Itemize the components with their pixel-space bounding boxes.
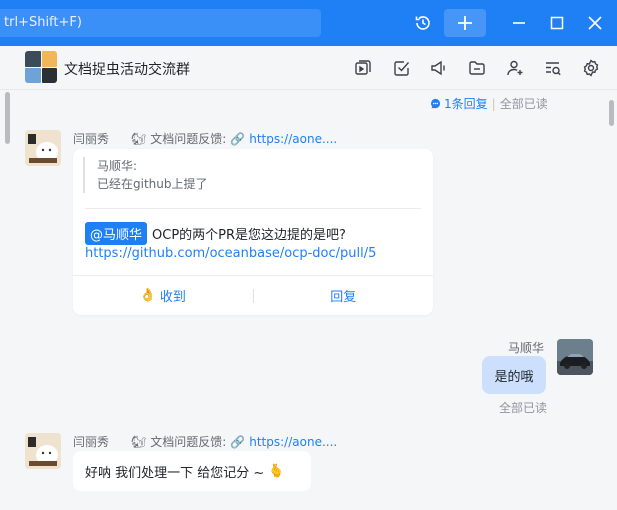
maximize-icon[interactable] [548, 14, 566, 32]
link-icon: 🔗 [230, 131, 246, 146]
announcement-icon[interactable] [429, 58, 449, 78]
message-bubble-self[interactable]: 是的哦 [482, 356, 546, 394]
sender-name-self[interactable]: 马顺华 [508, 339, 544, 356]
read-status[interactable]: 全部已读 [500, 95, 548, 112]
message-text: OCP的两个PR是您这边提的是吧? [152, 228, 346, 243]
settings-icon[interactable] [581, 58, 601, 78]
avatar[interactable] [25, 433, 61, 469]
card-divider [85, 208, 421, 209]
topic-link[interactable]: https://aone.... [249, 435, 337, 449]
right-scrollbar[interactable] [609, 100, 614, 126]
topic-emoji-icon: 🐿 [131, 131, 147, 146]
read-status-self[interactable]: 全部已读 [499, 399, 547, 416]
message-text-row: @马顺华 OCP的两个PR是您这边提的是吧? [85, 222, 346, 245]
folder-icon[interactable] [467, 58, 487, 78]
meta-separator: | [491, 96, 496, 111]
reply-label: 回复 [330, 290, 357, 305]
quoted-message[interactable]: 马顺华: 已经在github上提了 [83, 157, 421, 193]
mention-tag[interactable]: @马顺华 [85, 222, 148, 245]
message-card: 马顺华: 已经在github上提了 @马顺华 OCP的两个PR是您这边提的是吧?… [73, 149, 433, 315]
thumbs-up-icon: 👌 [139, 288, 156, 303]
topic-label: 文档问题反馈: [150, 132, 227, 146]
screen-share-icon[interactable] [353, 58, 373, 78]
message-bubble[interactable]: 好呐 我们处理一下 给您记分 ~ 🫰 [73, 451, 311, 491]
message-sender-row: 闫丽秀 🐿 文档问题反馈: 🔗 https://aone.... [73, 433, 337, 450]
message-link[interactable]: https://github.com/oceanbase/ocp-doc/pul… [85, 246, 376, 261]
reply-bubble-icon [431, 98, 441, 109]
close-icon[interactable] [586, 14, 604, 32]
reply-count-link[interactable]: 1条回复 [430, 95, 488, 112]
avatar-self[interactable] [557, 339, 593, 375]
chat-header: 文档捉虫活动交流群 [0, 46, 617, 90]
search-input[interactable]: trl+Shift+F) [0, 9, 321, 37]
task-icon[interactable] [392, 58, 412, 78]
minimize-icon[interactable] [510, 14, 528, 32]
link-icon: 🔗 [230, 434, 246, 449]
quote-author: 马顺华: [97, 159, 138, 173]
plus-icon [458, 16, 472, 30]
add-member-icon[interactable] [505, 58, 525, 78]
thread-meta: 1条回复 | 全部已读 [430, 95, 548, 112]
group-name[interactable]: 文档捉虫活动交流群 [64, 59, 190, 79]
ack-button[interactable]: 👌 收到 [73, 286, 253, 305]
card-actions: 👌 收到 回复 [73, 275, 433, 315]
message-text: 好呐 我们处理一下 给您记分 ~ [85, 465, 265, 481]
message-sender-row: 闫丽秀 🐿 文档问题反馈: 🔗 https://aone.... [73, 130, 337, 147]
history-icon[interactable] [413, 13, 433, 33]
ack-label: 收到 [159, 290, 186, 305]
finger-heart-icon: 🫰 [268, 463, 285, 479]
search-history-icon[interactable] [543, 58, 563, 78]
topic-emoji-icon: 🐿 [131, 434, 147, 449]
sender-name[interactable]: 闫丽秀 [73, 433, 109, 450]
left-scrollbar[interactable] [5, 92, 10, 144]
reply-button[interactable]: 回复 [254, 286, 434, 305]
topic-label: 文档问题反馈: [150, 435, 227, 449]
avatar[interactable] [25, 130, 61, 166]
group-avatar[interactable] [25, 51, 57, 83]
topic-link[interactable]: https://aone.... [249, 132, 337, 146]
sender-name[interactable]: 闫丽秀 [73, 130, 109, 147]
message-text: 是的哦 [494, 369, 534, 385]
title-bar: trl+Shift+F) [0, 0, 617, 46]
add-button[interactable] [444, 9, 486, 37]
reply-count: 1条回复 [444, 97, 488, 111]
quote-text: 已经在github上提了 [97, 177, 208, 191]
